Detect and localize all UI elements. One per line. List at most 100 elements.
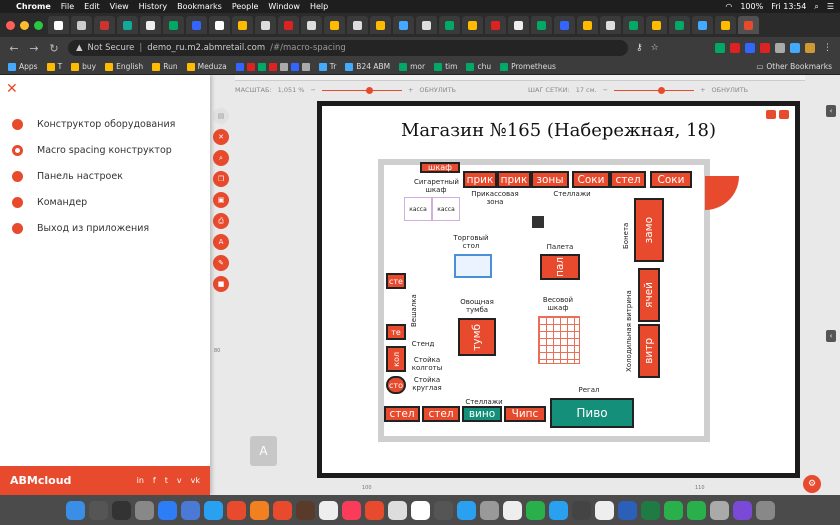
- cold-showcase-1[interactable]: ячей: [638, 268, 660, 322]
- firefox-icon[interactable]: [249, 500, 269, 520]
- browser-tab[interactable]: [186, 16, 207, 34]
- back-icon[interactable]: ←: [8, 42, 20, 55]
- activity-icon[interactable]: [111, 500, 131, 520]
- notes-icon[interactable]: [387, 500, 407, 520]
- extension-icon[interactable]: [790, 43, 800, 53]
- sidebar-item-settings-panel[interactable]: Панель настроек: [0, 163, 210, 189]
- sidebar-item-commander[interactable]: Командер: [0, 189, 210, 215]
- gear-icon[interactable]: ⚙: [803, 475, 821, 493]
- bookmark-meduza[interactable]: Meduza: [186, 62, 227, 71]
- app-icon[interactable]: [571, 500, 591, 520]
- browser-tab[interactable]: [715, 16, 736, 34]
- extension-icon[interactable]: [730, 43, 740, 53]
- bookmark-tr[interactable]: Tr: [318, 62, 336, 71]
- cash-register-2[interactable]: касса: [432, 197, 460, 221]
- star-icon[interactable]: ☆: [651, 43, 659, 53]
- eye-icon[interactable]: [779, 110, 789, 119]
- extension-icon[interactable]: [775, 43, 785, 53]
- left-round-rack[interactable]: сто: [386, 376, 406, 394]
- browser-tab[interactable]: [577, 16, 598, 34]
- shelf-checkout-1[interactable]: прик: [463, 171, 497, 188]
- messages-icon[interactable]: [525, 500, 545, 520]
- chrome-icon[interactable]: [226, 500, 246, 520]
- sidebar-item-logout[interactable]: Выход из приложения: [0, 215, 210, 241]
- browser-tab[interactable]: [94, 16, 115, 34]
- forward-icon[interactable]: →: [28, 42, 40, 55]
- app-icon[interactable]: [295, 500, 315, 520]
- menubar-history[interactable]: History: [139, 2, 167, 11]
- app-icon[interactable]: [594, 500, 614, 520]
- 3d-view-icon[interactable]: A: [250, 436, 277, 466]
- grid-step-slider[interactable]: [614, 86, 695, 94]
- bookmark-tim[interactable]: tim: [434, 62, 457, 71]
- app-icon[interactable]: [479, 500, 499, 520]
- cold-showcase-2[interactable]: витр: [638, 324, 660, 378]
- siri-icon[interactable]: [88, 500, 108, 520]
- close-icon[interactable]: ✕: [6, 81, 18, 97]
- wifi-icon[interactable]: ◠: [725, 2, 732, 11]
- store-plan-canvas[interactable]: Магазин №165 (Набережная, 18) шкаф прик …: [317, 101, 800, 478]
- bookmark-chu[interactable]: chu: [466, 62, 491, 71]
- app-icon[interactable]: [272, 500, 292, 520]
- browser-tab[interactable]: [623, 16, 644, 34]
- browser-tab[interactable]: [692, 16, 713, 34]
- browser-tab[interactable]: [140, 16, 161, 34]
- menubar-bookmarks[interactable]: Bookmarks: [177, 2, 222, 11]
- bookmark-run[interactable]: Run: [152, 62, 178, 71]
- bookmark-prometheus[interactable]: Prometheus: [500, 62, 556, 71]
- app-icon[interactable]: [180, 500, 200, 520]
- browser-tab[interactable]: [393, 16, 414, 34]
- browser-tab[interactable]: [232, 16, 253, 34]
- freezer[interactable]: замо: [634, 198, 664, 262]
- reload-icon[interactable]: ↻: [48, 42, 60, 55]
- chevron-left-icon[interactable]: ‹: [826, 105, 836, 117]
- browser-tab[interactable]: [255, 16, 276, 34]
- pallet[interactable]: пал: [540, 254, 580, 280]
- bookmark-buy[interactable]: buy: [71, 62, 96, 71]
- left-shelf-3[interactable]: кол: [386, 346, 406, 372]
- browser-tab[interactable]: [370, 16, 391, 34]
- excel-icon[interactable]: [640, 500, 660, 520]
- avatar[interactable]: [805, 43, 815, 53]
- minimize-window-icon[interactable]: [20, 21, 29, 30]
- maximize-window-icon[interactable]: [34, 21, 43, 30]
- reset-scale-button[interactable]: ОБНУЛИТЬ: [419, 86, 456, 94]
- zoom-plus-icon[interactable]: +: [408, 86, 413, 94]
- browser-tab[interactable]: [669, 16, 690, 34]
- left-shelf-2[interactable]: те: [386, 324, 406, 340]
- browser-tab[interactable]: [278, 16, 299, 34]
- key-icon[interactable]: ⚷: [636, 43, 643, 53]
- menubar-window[interactable]: Window: [268, 2, 300, 11]
- music-icon[interactable]: [341, 500, 361, 520]
- bottom-shelf-2[interactable]: стел: [422, 406, 460, 422]
- app-icon[interactable]: [502, 500, 522, 520]
- menu-list-icon[interactable]: ☰: [827, 2, 834, 11]
- browser-tab[interactable]: [646, 16, 667, 34]
- browser-tab[interactable]: [416, 16, 437, 34]
- whatsapp-icon[interactable]: [663, 500, 683, 520]
- close-window-icon[interactable]: [6, 21, 15, 30]
- shelf-juice-1[interactable]: Соки: [572, 171, 610, 188]
- app-icon[interactable]: [686, 500, 706, 520]
- app-icon[interactable]: [732, 500, 752, 520]
- sidebar-item-macro-spacing[interactable]: Macro spacing конструктор: [0, 137, 210, 163]
- browser-tab[interactable]: [600, 16, 621, 34]
- appstore-icon[interactable]: [157, 500, 177, 520]
- scale-cabinet[interactable]: [538, 316, 580, 364]
- shelf-cabinet[interactable]: шкаф: [420, 162, 460, 173]
- grid-plus-icon[interactable]: +: [700, 86, 705, 94]
- app-icon[interactable]: [709, 500, 729, 520]
- zoom-minus-icon[interactable]: −: [310, 86, 315, 94]
- zoom-icon[interactable]: ⌕: [213, 150, 229, 166]
- app-icon[interactable]: [203, 500, 223, 520]
- browser-tab[interactable]: [554, 16, 575, 34]
- abmcloud-logo[interactable]: ABMcloud: [10, 474, 71, 487]
- browser-tab[interactable]: [117, 16, 138, 34]
- cross-icon[interactable]: ✕: [213, 129, 229, 145]
- clock[interactable]: Fri 13:54: [771, 2, 806, 11]
- app-icon[interactable]: [364, 500, 384, 520]
- bookmark-b24[interactable]: B24 ABM: [345, 62, 390, 71]
- extension-icon[interactable]: [745, 43, 755, 53]
- browser-tab[interactable]: [71, 16, 92, 34]
- menubar-view[interactable]: View: [110, 2, 129, 11]
